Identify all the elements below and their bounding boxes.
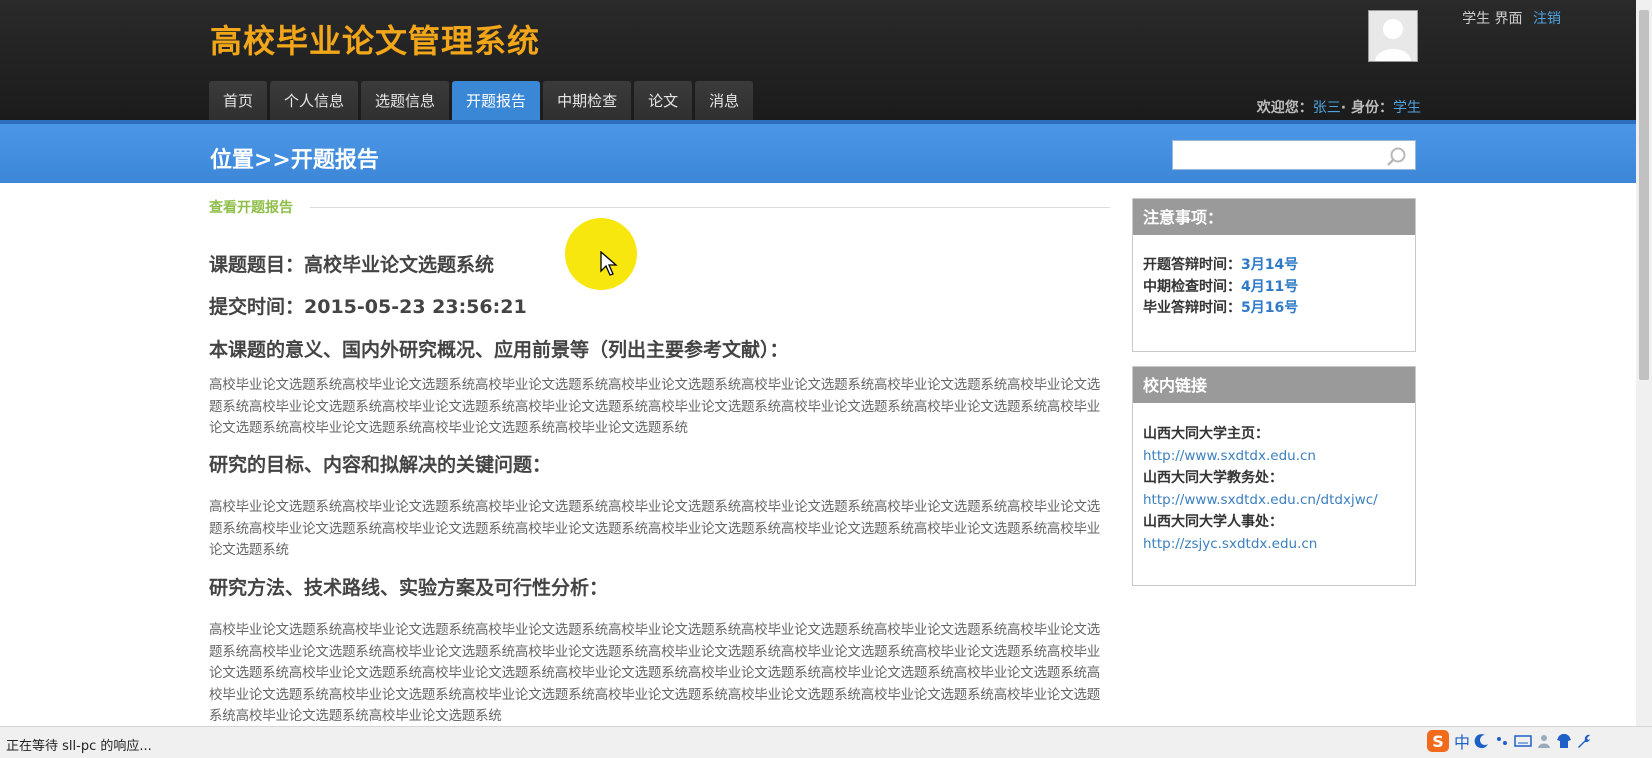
link-url[interactable]: http://www.sxdtdx.edu.cn/dtdxjwc/ bbox=[1143, 489, 1405, 511]
links-title: 校内链接 bbox=[1133, 367, 1415, 403]
notice-box: 注意事项： 开题答辩时间：3月14号 中期检查时间：4月11号 毕业答辩时间：5… bbox=[1132, 198, 1416, 352]
notice-body: 开题答辩时间：3月14号 中期检查时间：4月11号 毕业答辩时间：5月16号 bbox=[1133, 235, 1415, 320]
section-heading: 研究方法、技术路线、实验方案及可行性分析： bbox=[209, 577, 609, 599]
section-text: 高校毕业论文选题系统高校毕业论文选题系统高校毕业论文选题系统高校毕业论文选题系统… bbox=[209, 499, 1101, 558]
wrench-icon bbox=[1578, 734, 1591, 748]
notice-label: 毕业答辩时间： bbox=[1143, 300, 1241, 316]
notice-title: 注意事项： bbox=[1133, 199, 1415, 235]
status-bar: 正在等待 sll-pc 的响应... S 中 bbox=[0, 726, 1652, 758]
topic-title: 课题题目：高校毕业论文选题系统 bbox=[209, 254, 495, 276]
ime-toolbar: S 中 bbox=[1426, 729, 1592, 753]
logout-link[interactable]: 注销 bbox=[1533, 11, 1561, 27]
tab-personal-info[interactable]: 个人信息 bbox=[270, 81, 359, 120]
mouse-pointer-icon bbox=[600, 250, 618, 281]
scrollbar-thumb[interactable] bbox=[1639, 10, 1649, 380]
view-proposal-link[interactable]: 查看开题报告 bbox=[209, 197, 293, 217]
vertical-scrollbar[interactable] bbox=[1636, 0, 1652, 740]
user-avatar-icon bbox=[1369, 11, 1417, 61]
link-url[interactable]: http://www.sxdtdx.edu.cn bbox=[1143, 445, 1405, 467]
notice-label: 中期检查时间： bbox=[1143, 278, 1241, 295]
main-nav: 首页 个人信息 选题信息 开题报告 中期检查 论文 消息 bbox=[209, 81, 756, 120]
notice-value: 3月14号 bbox=[1241, 257, 1299, 273]
shirt-icon bbox=[1557, 734, 1572, 748]
campus-links-box: 校内链接 山西大同大学主页： http://www.sxdtdx.edu.cn … bbox=[1132, 366, 1416, 586]
svg-text:S: S bbox=[1432, 732, 1444, 751]
notice-row: 开题答辩时间：3月14号 bbox=[1143, 255, 1405, 277]
search-input[interactable] bbox=[1179, 141, 1383, 169]
tab-midterm-check[interactable]: 中期检查 bbox=[543, 81, 632, 120]
status-text: 正在等待 sll-pc 的响应... bbox=[6, 739, 152, 754]
section-text: 高校毕业论文选题系统高校毕业论文选题系统高校毕业论文选题系统高校毕业论文选题系统… bbox=[209, 377, 1101, 436]
notice-label: 开题答辩时间： bbox=[1143, 257, 1241, 273]
sogou-ime-icon: S bbox=[1427, 730, 1449, 752]
location-bar: 位置>>开题报告 bbox=[0, 120, 1636, 183]
link-label: 山西大同大学教务处： bbox=[1143, 470, 1283, 486]
tab-messages[interactable]: 消息 bbox=[695, 81, 754, 120]
notice-value: 4月11号 bbox=[1241, 278, 1299, 295]
links-body: 山西大同大学主页： http://www.sxdtdx.edu.cn 山西大同大… bbox=[1133, 403, 1415, 555]
tab-thesis[interactable]: 论文 bbox=[634, 81, 693, 120]
search-icon[interactable] bbox=[1385, 146, 1407, 172]
welcome-text: 欢迎您：张三· 身份：学生 bbox=[1257, 97, 1421, 117]
tab-topic-info[interactable]: 选题信息 bbox=[361, 81, 450, 120]
user-icon bbox=[1538, 735, 1551, 748]
breadcrumb: 位置>>开题报告 bbox=[210, 147, 379, 173]
user-name[interactable]: 张三 bbox=[1313, 100, 1341, 116]
link-url[interactable]: http://zsjyc.sxdtdx.edu.cn bbox=[1143, 533, 1405, 555]
role-label: · 身份： bbox=[1340, 100, 1393, 116]
site-header: 高校毕业论文管理系统 学生 界面 注销 首页 个人信息 选题信息 开题报告 中期… bbox=[0, 0, 1636, 120]
keyboard-icon bbox=[1514, 735, 1532, 747]
tab-home[interactable]: 首页 bbox=[209, 81, 268, 120]
section-divider bbox=[310, 207, 1110, 208]
notice-row: 毕业答辩时间：5月16号 bbox=[1143, 298, 1405, 320]
punctuation-icon bbox=[1497, 737, 1508, 745]
search-box bbox=[1172, 140, 1416, 170]
tab-proposal-report[interactable]: 开题报告 bbox=[452, 81, 541, 120]
role-value: 学生 bbox=[1393, 100, 1421, 116]
user-mode-label: 学生 界面 bbox=[1462, 11, 1523, 27]
link-label: 山西大同大学主页： bbox=[1143, 426, 1269, 442]
moon-icon bbox=[1474, 734, 1489, 749]
section-heading: 本课题的意义、国内外研究概况、应用前景等（列出主要参考文献）： bbox=[209, 339, 789, 361]
welcome-label: 欢迎您： bbox=[1256, 100, 1313, 116]
link-label: 山西大同大学人事处： bbox=[1143, 514, 1283, 530]
top-user-bar: 学生 界面 注销 bbox=[1462, 8, 1561, 28]
notice-value: 5月16号 bbox=[1241, 300, 1299, 316]
notice-row: 中期检查时间：4月11号 bbox=[1143, 277, 1405, 299]
section-text: 高校毕业论文选题系统高校毕业论文选题系统高校毕业论文选题系统高校毕业论文选题系统… bbox=[209, 622, 1101, 724]
section-heading: 研究的目标、内容和拟解决的关键问题： bbox=[209, 454, 552, 476]
ime-mode-label[interactable]: 中 bbox=[1454, 729, 1470, 753]
avatar[interactable] bbox=[1368, 10, 1418, 62]
site-title: 高校毕业论文管理系统 bbox=[210, 22, 541, 60]
submit-time: 提交时间：2015-05-23 23:56:21 bbox=[209, 296, 527, 318]
